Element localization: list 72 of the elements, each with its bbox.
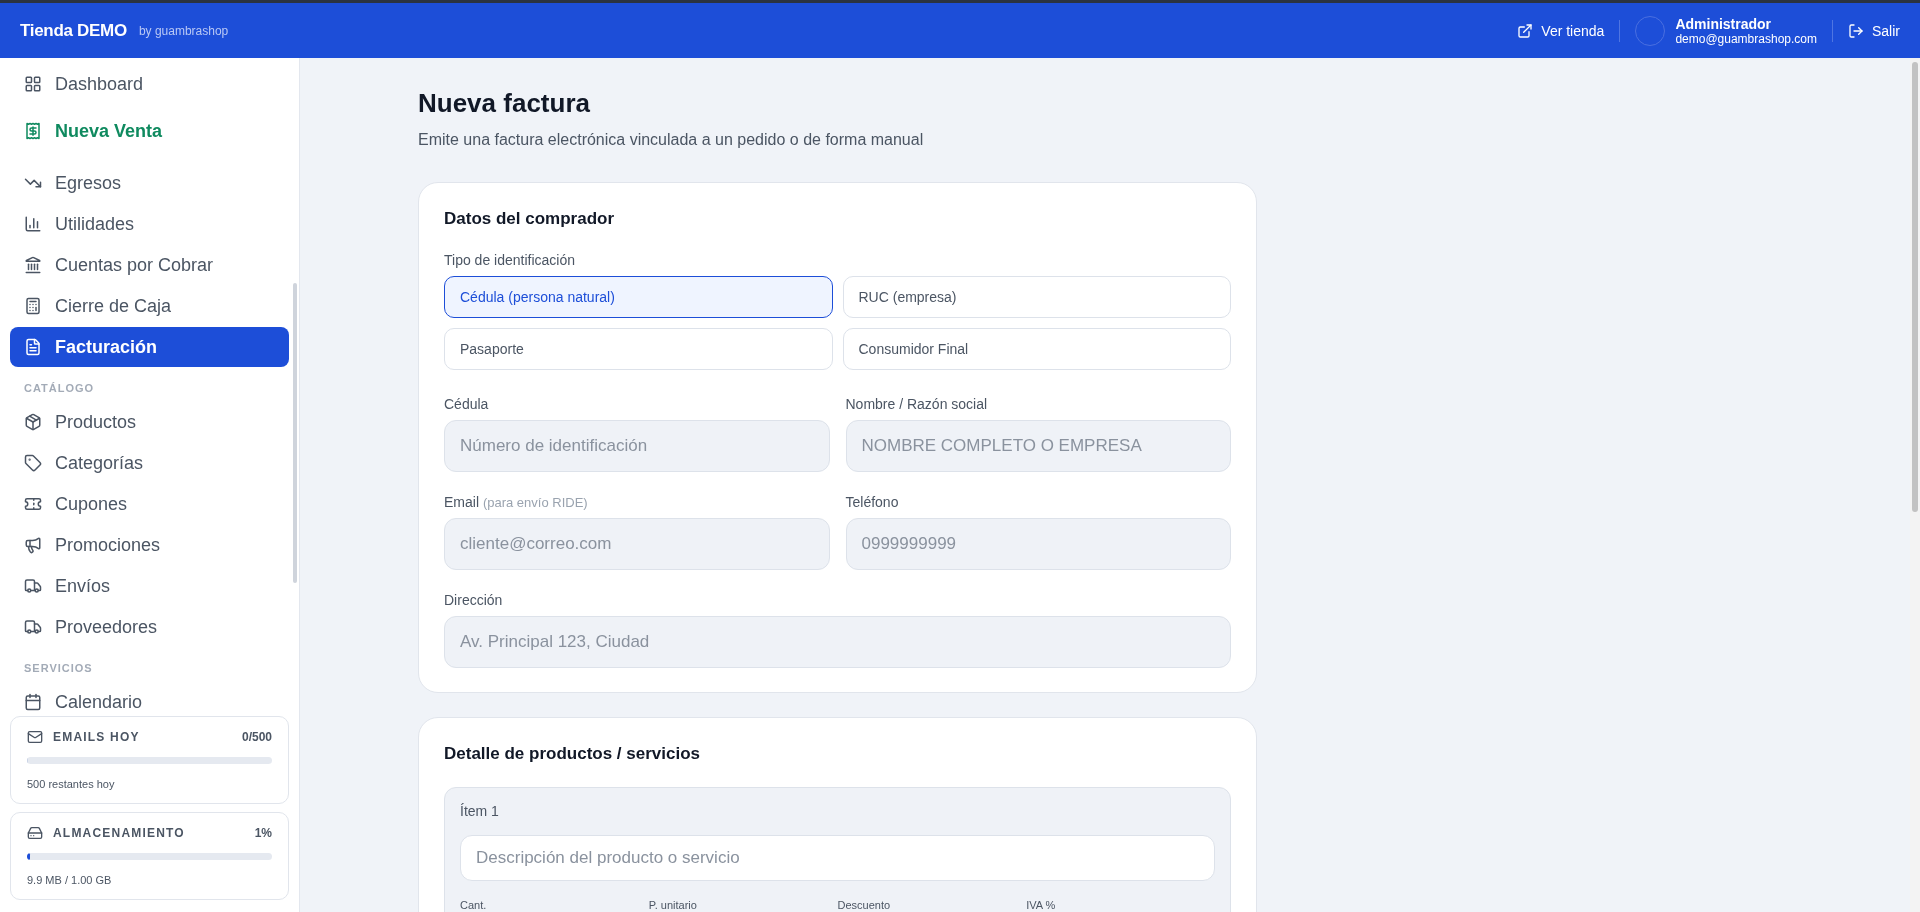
sidebar-item[interactable]: Productos — [10, 402, 289, 442]
user-email: demo@guambrashop.com — [1675, 31, 1817, 46]
sidebar-item[interactable]: Cupones — [10, 484, 289, 524]
card-title: Detalle de productos / servicios — [444, 744, 702, 764]
field-label: Cédula — [444, 396, 490, 412]
field-label: IVA % — [1026, 899, 1057, 911]
usage-note: 500 restantes hoy — [27, 778, 115, 790]
scrollbar-thumb[interactable] — [1912, 62, 1918, 512]
truck-icon — [24, 577, 42, 595]
calendar-icon — [24, 693, 42, 711]
field-label: Cant. — [460, 899, 488, 911]
usage-title: ALMACENAMIENTO — [53, 826, 186, 840]
brand-subtitle: by guambrashop — [138, 23, 229, 38]
tag-icon — [24, 454, 42, 472]
view-store-link[interactable]: Ver tienda — [1517, 22, 1605, 39]
usage-note: 9.9 MB / 1.00 GB — [27, 874, 112, 886]
field-label: Email (para envío RIDE) — [444, 494, 589, 510]
bar-chart-icon — [24, 215, 42, 233]
sidebar-item[interactable]: Envíos — [10, 566, 289, 606]
sidebar-item[interactable]: Proveedores — [10, 607, 289, 647]
sidebar-item[interactable]: Utilidades — [10, 204, 289, 244]
document-icon — [24, 338, 42, 356]
usage-value: 1% — [254, 826, 272, 840]
sidebar-item[interactable]: Nueva Venta — [10, 111, 289, 151]
id-type-option[interactable]: RUC (empresa) — [842, 276, 1231, 318]
id-type-option[interactable]: Pasaporte — [444, 328, 833, 370]
sidebar-section-label: CATÁLOGO — [23, 381, 96, 396]
description-field[interactable]: Descripción del producto o servicio — [460, 835, 1215, 881]
input-field[interactable]: Número de identificación — [444, 420, 830, 472]
field-label: Tipo de identificación — [444, 252, 576, 268]
input-field[interactable]: cliente@correo.com — [444, 518, 830, 570]
sidebar-item[interactable]: Promociones — [10, 525, 289, 565]
logout-link[interactable]: Salir — [1848, 22, 1900, 39]
mail-icon — [27, 729, 43, 745]
sidebar-item[interactable]: Cuentas por Cobrar — [10, 245, 289, 285]
field-label: Descuento — [837, 899, 892, 911]
id-type-option[interactable]: Consumidor Final — [842, 328, 1231, 370]
field-label: Dirección — [444, 592, 504, 608]
receipt-icon — [24, 122, 42, 140]
sidebar-item[interactable]: Cierre de Caja — [10, 286, 289, 326]
logout-icon — [1848, 22, 1864, 39]
field-label: P. unitario — [648, 899, 698, 911]
usage-value: 0/500 — [241, 730, 272, 744]
ticket-icon — [24, 495, 42, 513]
sidebar-item[interactable]: Dashboard — [10, 64, 289, 104]
sidebar-section-label: SERVICIOS — [23, 661, 94, 676]
id-type-option[interactable]: Cédula (persona natural) — [444, 276, 833, 318]
field-label: Teléfono — [845, 494, 900, 510]
grid-icon — [24, 75, 42, 93]
truck-icon — [24, 618, 42, 636]
bank-icon — [24, 256, 42, 274]
input-field[interactable]: NOMBRE COMPLETO O EMPRESA — [845, 420, 1231, 472]
input-field[interactable]: Av. Principal 123, Ciudad — [444, 616, 1231, 668]
megaphone-icon — [24, 536, 42, 554]
card-title: Datos del comprador — [444, 209, 616, 229]
external-link-icon — [1517, 22, 1534, 39]
box-icon — [24, 413, 42, 431]
brand-name: Tienda DEMO — [20, 20, 127, 41]
sidebar-item[interactable]: Egresos — [10, 163, 289, 203]
input-field[interactable]: 0999999999 — [845, 518, 1231, 570]
usage-title: EMAILS HOY — [53, 730, 141, 744]
page-title: Nueva factura — [418, 88, 591, 119]
field-label: Nombre / Razón social — [845, 396, 989, 412]
sidebar-item[interactable]: Categorías — [10, 443, 289, 483]
calculator-icon — [24, 297, 42, 315]
drive-icon — [27, 825, 43, 841]
page-subtitle: Emite una factura electrónica vinculada a un pedido o de forma manual — [418, 131, 925, 149]
sidebar-item[interactable]: Facturación — [10, 327, 289, 367]
item-title: Ítem 1 — [460, 803, 500, 819]
user-name: Administrador — [1675, 15, 1773, 32]
sidebar-item[interactable]: Calendario — [10, 682, 289, 712]
scrollbar[interactable] — [293, 283, 297, 583]
